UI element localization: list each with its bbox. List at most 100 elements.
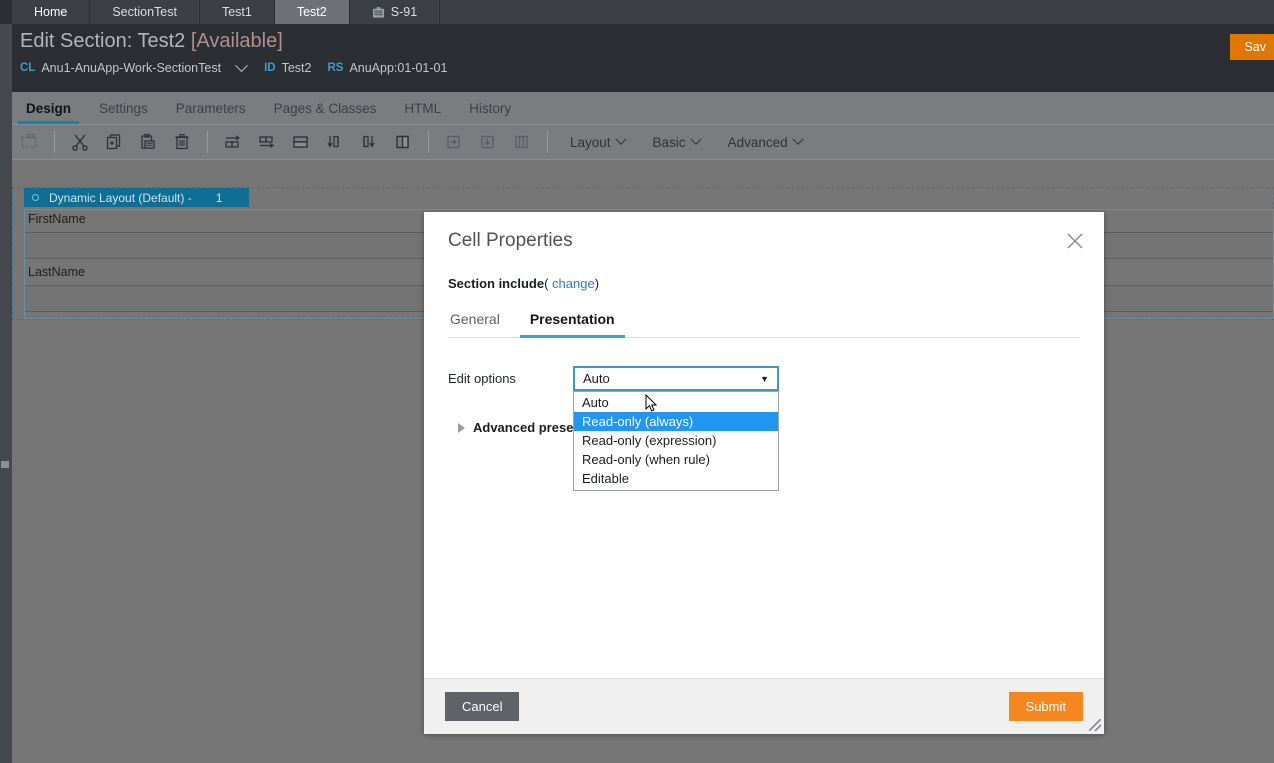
chevron-down-icon: ▼ bbox=[760, 373, 769, 384]
tab-pages-and-classes-label: Pages & Classes bbox=[273, 101, 377, 116]
merge-cells-right-icon[interactable] bbox=[250, 125, 284, 159]
layout-marker-icon bbox=[32, 194, 39, 201]
toolbar-separator bbox=[428, 131, 429, 153]
tab-history[interactable]: History bbox=[455, 101, 525, 124]
split-row-icon[interactable] bbox=[284, 125, 318, 159]
move-down-left-icon[interactable] bbox=[318, 125, 352, 159]
browser-tab-strip: Home SectionTest Test1 Test2 S-91 bbox=[0, 0, 1274, 24]
cell-properties-modal: Cell Properties Section include( change)… bbox=[424, 212, 1104, 734]
chevron-down-icon bbox=[791, 133, 804, 145]
tab-test1[interactable]: Test1 bbox=[199, 0, 275, 24]
dropdown-option-read-only-expression[interactable]: Read-only (expression) bbox=[574, 431, 778, 450]
layout-menu-label: Layout bbox=[570, 134, 611, 150]
modal-footer: Cancel Submit bbox=[424, 678, 1104, 734]
chevron-down-icon bbox=[614, 133, 627, 145]
submit-button[interactable]: Submit bbox=[1008, 692, 1083, 721]
briefcase-icon bbox=[372, 6, 385, 19]
insert-right-icon[interactable] bbox=[437, 125, 471, 159]
tab-home-label: Home bbox=[34, 5, 68, 19]
dropdown-option-read-only-expression-label: Read-only (expression) bbox=[582, 433, 717, 448]
tab-history-label: History bbox=[469, 101, 512, 116]
dropdown-option-auto-label: Auto bbox=[582, 395, 609, 410]
dropdown-option-editable-label: Editable bbox=[582, 471, 629, 486]
edit-options-select[interactable]: Auto ▼ bbox=[573, 366, 779, 391]
dropdown-option-editable[interactable]: Editable bbox=[574, 469, 778, 488]
toolbar-separator bbox=[547, 131, 548, 153]
edit-options-dropdown: Auto Read-only (always) Read-only (expre… bbox=[573, 391, 779, 491]
edit-options-row: Edit options Auto ▼ Auto Read-only (alwa… bbox=[448, 366, 1080, 491]
tab-test1-label: Test1 bbox=[221, 5, 252, 19]
dynamic-layout-header[interactable]: Dynamic Layout (Default) - 1 bbox=[24, 188, 249, 207]
close-icon[interactable] bbox=[1062, 228, 1088, 254]
tab-parameters[interactable]: Parameters bbox=[162, 101, 260, 124]
page-header: Edit Section: Test2 [Available] CL Anu1-… bbox=[12, 24, 1274, 92]
section-nav-tabs: Design Settings Parameters Pages & Class… bbox=[12, 92, 1274, 125]
cut-icon[interactable] bbox=[63, 125, 97, 159]
toolbar-separator bbox=[207, 131, 208, 153]
tab-parameters-label: Parameters bbox=[175, 101, 246, 116]
subtab-general-label: General bbox=[450, 311, 500, 327]
change-link[interactable]: change bbox=[552, 276, 595, 291]
paste-icon[interactable] bbox=[131, 125, 165, 159]
modal-title: Cell Properties bbox=[448, 230, 573, 251]
move-down-right-icon[interactable] bbox=[352, 125, 386, 159]
insert-column-right-icon[interactable] bbox=[216, 125, 250, 159]
tab-pages-and-classes[interactable]: Pages & Classes bbox=[260, 101, 391, 124]
tab-s91[interactable]: S-91 bbox=[349, 0, 441, 24]
app-root: Home SectionTest Test1 Test2 S-91 Edit S… bbox=[0, 0, 1274, 763]
paren-close: ) bbox=[594, 276, 600, 291]
subtab-presentation[interactable]: Presentation bbox=[519, 307, 625, 338]
edit-options-selected-value: Auto bbox=[583, 371, 610, 386]
edit-options-select-wrap: Auto ▼ Auto Read-only (always) Read-only… bbox=[573, 366, 779, 491]
triangle-right-icon bbox=[458, 422, 465, 433]
copy-icon[interactable] bbox=[97, 125, 131, 159]
meta-key-rs: RS bbox=[327, 62, 344, 74]
dynamic-layout-label: Dynamic Layout (Default) - bbox=[49, 190, 192, 205]
cancel-button[interactable]: Cancel bbox=[445, 692, 520, 721]
rail-resize-handle[interactable] bbox=[1, 461, 9, 468]
section-include-label: Section include bbox=[448, 276, 545, 291]
save-button[interactable]: Sav bbox=[1230, 34, 1274, 60]
subtab-presentation-label: Presentation bbox=[529, 311, 615, 327]
tab-html-label: HTML bbox=[404, 101, 442, 116]
tab-test2-label: Test2 bbox=[296, 5, 327, 19]
advanced-menu[interactable]: Advanced bbox=[714, 133, 816, 150]
layout-menu[interactable]: Layout bbox=[556, 133, 639, 150]
header-meta: CL Anu1-AnuApp-Work-SectionTest ID Test2… bbox=[20, 58, 457, 75]
meta-value-id: Test2 bbox=[281, 61, 312, 75]
tabstrip-left-cap bbox=[0, 0, 12, 24]
edit-options-label: Edit options bbox=[448, 371, 516, 386]
modal-resize-handle[interactable] bbox=[1089, 719, 1101, 731]
meta-key-cl: CL bbox=[20, 62, 36, 74]
tab-test2[interactable]: Test2 bbox=[274, 0, 350, 24]
tab-sectiontest[interactable]: SectionTest bbox=[90, 0, 200, 24]
tab-design[interactable]: Design bbox=[12, 101, 85, 124]
page-title-status: [Available] bbox=[190, 30, 283, 52]
chevron-down-icon[interactable] bbox=[235, 58, 248, 72]
dropdown-option-read-only-when-rule[interactable]: Read-only (when rule) bbox=[574, 450, 778, 469]
toolbar-separator bbox=[54, 131, 55, 153]
insert-below-icon[interactable] bbox=[471, 125, 505, 159]
modal-subtabs: General Presentation bbox=[448, 307, 1080, 338]
dropdown-option-read-only-when-rule-label: Read-only (when rule) bbox=[582, 452, 710, 467]
delete-trash-icon[interactable] bbox=[165, 125, 199, 159]
section-include-row: Section include( change) bbox=[448, 276, 1080, 291]
tab-html[interactable]: HTML bbox=[390, 101, 455, 124]
columns-icon[interactable] bbox=[505, 125, 539, 159]
tab-home[interactable]: Home bbox=[12, 0, 91, 24]
dropdown-option-read-only-always[interactable]: Read-only (always) bbox=[574, 412, 778, 431]
tab-s91-label: S-91 bbox=[390, 5, 418, 19]
subtab-general[interactable]: General bbox=[448, 307, 502, 337]
meta-value-cl[interactable]: Anu1-AnuApp-Work-SectionTest bbox=[41, 61, 221, 75]
basic-menu[interactable]: Basic bbox=[639, 133, 714, 150]
meta-key-id: ID bbox=[264, 62, 276, 74]
tab-settings[interactable]: Settings bbox=[85, 101, 162, 124]
dropdown-option-auto[interactable]: Auto bbox=[574, 393, 778, 412]
split-column-icon[interactable] bbox=[386, 125, 420, 159]
tab-settings-label: Settings bbox=[99, 101, 148, 116]
meta-value-rs: AnuApp:01-01-01 bbox=[349, 61, 448, 75]
design-toolbar: Layout Basic Advanced bbox=[12, 125, 1274, 160]
select-cell-icon[interactable] bbox=[12, 125, 46, 159]
tab-design-label: Design bbox=[26, 101, 72, 116]
dynamic-layout-number: 1 bbox=[215, 190, 223, 205]
